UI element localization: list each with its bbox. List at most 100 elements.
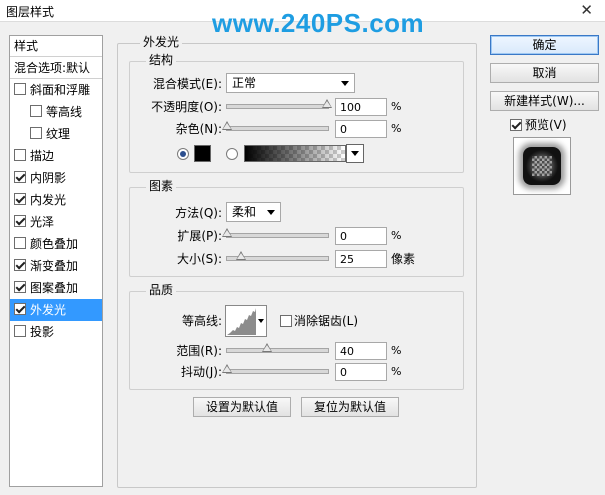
opacity-input[interactable]: 100 — [335, 98, 387, 116]
size-slider[interactable] — [226, 251, 329, 261]
method-label: 方法(Q): — [175, 206, 222, 220]
chevron-down-icon — [351, 151, 359, 156]
sidebar-item-label: 外发光 — [30, 303, 67, 317]
preview-checkbox[interactable] — [510, 119, 522, 131]
sidebar-item-checkbox[interactable] — [14, 83, 26, 95]
ok-button[interactable]: 确定 — [490, 35, 599, 55]
window-title: 图层样式 — [6, 5, 55, 19]
size-label: 大小(S): — [176, 252, 222, 266]
antialias-checkbox[interactable] — [280, 315, 292, 327]
sidebar-item-7[interactable]: 颜色叠加 — [10, 233, 102, 255]
glow-color-swatch[interactable] — [194, 145, 211, 162]
noise-slider[interactable] — [222, 121, 329, 131]
opacity-slider[interactable] — [226, 99, 332, 109]
slider-thumb[interactable] — [236, 251, 246, 260]
sidebar-item-checkbox[interactable] — [14, 193, 26, 205]
sidebar-item-label: 图案叠加 — [30, 281, 79, 295]
blend-options-item[interactable]: 混合选项:默认 — [10, 57, 102, 79]
styles-header[interactable]: 样式 — [10, 36, 102, 57]
sidebar-item-checkbox[interactable] — [14, 149, 26, 161]
contour-label: 等高线: — [181, 314, 222, 328]
sidebar-item-3[interactable]: 描边 — [10, 145, 102, 167]
contour-picker[interactable] — [225, 305, 258, 337]
blend-mode-select[interactable]: 正常 — [226, 73, 355, 93]
noise-label: 杂色(N): — [175, 122, 222, 136]
jitter-slider[interactable] — [222, 364, 329, 374]
size-unit: 像素 — [391, 252, 416, 266]
preview-label[interactable]: 预览(V) — [525, 118, 567, 132]
range-label: 范围(R): — [176, 344, 222, 358]
noise-input[interactable]: 0 — [335, 120, 387, 138]
sidebar-item-10[interactable]: 外发光 — [10, 299, 102, 321]
sidebar-item-checkbox[interactable] — [14, 215, 26, 227]
sidebar-item-label: 内阴影 — [30, 171, 67, 185]
sidebar-item-11[interactable]: 投影 — [10, 321, 102, 343]
preview-image — [523, 147, 561, 185]
gradient-dropdown-button[interactable] — [346, 144, 364, 163]
spread-label: 扩展(P): — [177, 229, 222, 243]
sidebar-item-checkbox[interactable] — [14, 171, 26, 183]
chevron-down-icon — [341, 81, 349, 86]
blend-mode-label: 混合模式(E): — [153, 77, 222, 91]
slider-thumb[interactable] — [222, 228, 232, 237]
sidebar-item-label: 等高线 — [46, 105, 83, 119]
slider-thumb[interactable] — [222, 364, 232, 373]
sidebar-item-label: 斜面和浮雕 — [30, 83, 91, 97]
color-radio[interactable] — [177, 148, 189, 160]
range-unit: % — [391, 344, 402, 357]
quality-legend: 品质 — [146, 283, 177, 297]
elements-legend: 图素 — [146, 179, 177, 193]
sidebar-item-checkbox[interactable] — [14, 325, 26, 337]
jitter-label: 抖动(J): — [181, 365, 222, 379]
range-input[interactable]: 40 — [335, 342, 387, 360]
sidebar-item-4[interactable]: 内阴影 — [10, 167, 102, 189]
spread-slider[interactable] — [222, 228, 329, 238]
slider-thumb[interactable] — [322, 99, 332, 108]
antialias-label[interactable]: 消除锯齿(L) — [294, 314, 358, 328]
jitter-unit: % — [391, 365, 402, 378]
blend-mode-value: 正常 — [232, 76, 257, 90]
sidebar-item-2[interactable]: 纹理 — [10, 123, 102, 145]
size-input[interactable]: 25 — [335, 250, 387, 268]
structure-legend: 结构 — [146, 53, 177, 67]
slider-thumb[interactable] — [262, 343, 272, 352]
opacity-unit: % — [391, 100, 402, 113]
jitter-input[interactable]: 0 — [335, 363, 387, 381]
sidebar-item-8[interactable]: 渐变叠加 — [10, 255, 102, 277]
styles-list: 样式 混合选项:默认 斜面和浮雕等高线纹理描边内阴影内发光光泽颜色叠加渐变叠加图… — [9, 35, 103, 487]
contour-dropdown-button[interactable] — [257, 305, 267, 337]
sidebar-item-5[interactable]: 内发光 — [10, 189, 102, 211]
new-style-button[interactable]: 新建样式(W)... — [490, 91, 599, 111]
close-icon[interactable]: ✕ — [580, 1, 593, 19]
sidebar-item-checkbox[interactable] — [14, 259, 26, 271]
sidebar-item-label: 光泽 — [30, 215, 55, 229]
style-preview-thumbnail — [513, 137, 571, 195]
sidebar-item-1[interactable]: 等高线 — [10, 101, 102, 123]
slider-thumb[interactable] — [222, 121, 232, 130]
sidebar-item-label: 颜色叠加 — [30, 237, 79, 251]
reset-default-button[interactable]: 复位为默认值 — [301, 397, 399, 417]
sidebar-item-checkbox[interactable] — [30, 127, 42, 139]
method-value: 柔和 — [232, 205, 257, 219]
glow-gradient-swatch[interactable] — [244, 145, 346, 162]
sidebar-item-6[interactable]: 光泽 — [10, 211, 102, 233]
opacity-label: 不透明度(O): — [151, 100, 222, 114]
cancel-button[interactable]: 取消 — [490, 63, 599, 83]
make-default-button[interactable]: 设置为默认值 — [193, 397, 291, 417]
sidebar-item-checkbox[interactable] — [14, 303, 26, 315]
range-slider[interactable] — [226, 343, 329, 353]
sidebar-item-0[interactable]: 斜面和浮雕 — [10, 79, 102, 101]
contour-curve-icon — [227, 308, 256, 335]
method-select[interactable]: 柔和 — [226, 202, 281, 222]
sidebar-item-label: 渐变叠加 — [30, 259, 79, 273]
sidebar-item-label: 纹理 — [46, 127, 71, 141]
sidebar-item-label: 投影 — [30, 325, 55, 339]
sidebar-item-checkbox[interactable] — [30, 105, 42, 117]
spread-unit: % — [391, 229, 402, 242]
sidebar-item-checkbox[interactable] — [14, 237, 26, 249]
spread-input[interactable]: 0 — [335, 227, 387, 245]
sidebar-item-9[interactable]: 图案叠加 — [10, 277, 102, 299]
watermark-text: www.240PS.com — [212, 8, 425, 38]
sidebar-item-checkbox[interactable] — [14, 281, 26, 293]
gradient-radio[interactable] — [226, 148, 238, 160]
